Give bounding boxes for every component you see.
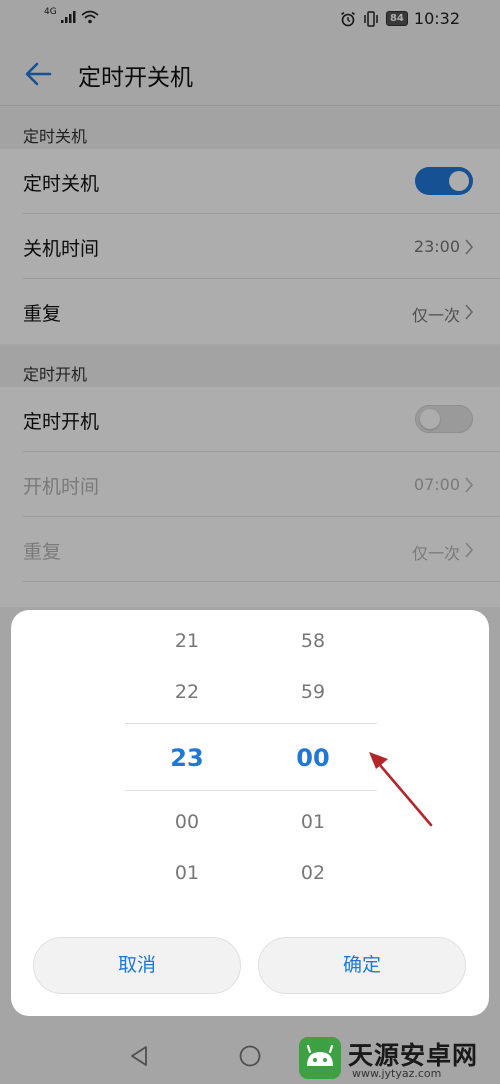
- minute-selected[interactable]: 00: [253, 744, 373, 772]
- minute-option[interactable]: 01: [253, 811, 373, 833]
- watermark-url: www.jytyaz.com: [352, 1067, 442, 1080]
- picker-divider-top: [125, 723, 377, 724]
- hour-option[interactable]: 00: [127, 811, 247, 833]
- minute-option[interactable]: 02: [253, 862, 373, 884]
- time-picker-dialog: 21 22 23 00 01 58 59 00 01 02 取消 确定: [11, 610, 489, 1016]
- hour-selected[interactable]: 23: [127, 744, 247, 772]
- picker-divider-bottom: [125, 790, 377, 791]
- hour-option[interactable]: 22: [127, 681, 247, 703]
- hour-wheel[interactable]: 21 22 23 00 01: [127, 610, 247, 910]
- confirm-button[interactable]: 确定: [258, 937, 466, 994]
- cancel-button[interactable]: 取消: [33, 937, 241, 994]
- minute-option[interactable]: 58: [253, 630, 373, 652]
- watermark-logo-icon: [299, 1037, 341, 1079]
- hour-option[interactable]: 21: [127, 630, 247, 652]
- minute-wheel[interactable]: 58 59 00 01 02: [253, 610, 373, 910]
- hour-option[interactable]: 01: [127, 862, 247, 884]
- minute-option[interactable]: 59: [253, 681, 373, 703]
- annotation-arrow-icon: [369, 752, 433, 827]
- watermark: 天源安卓网 www.jytyaz.com: [298, 1036, 498, 1082]
